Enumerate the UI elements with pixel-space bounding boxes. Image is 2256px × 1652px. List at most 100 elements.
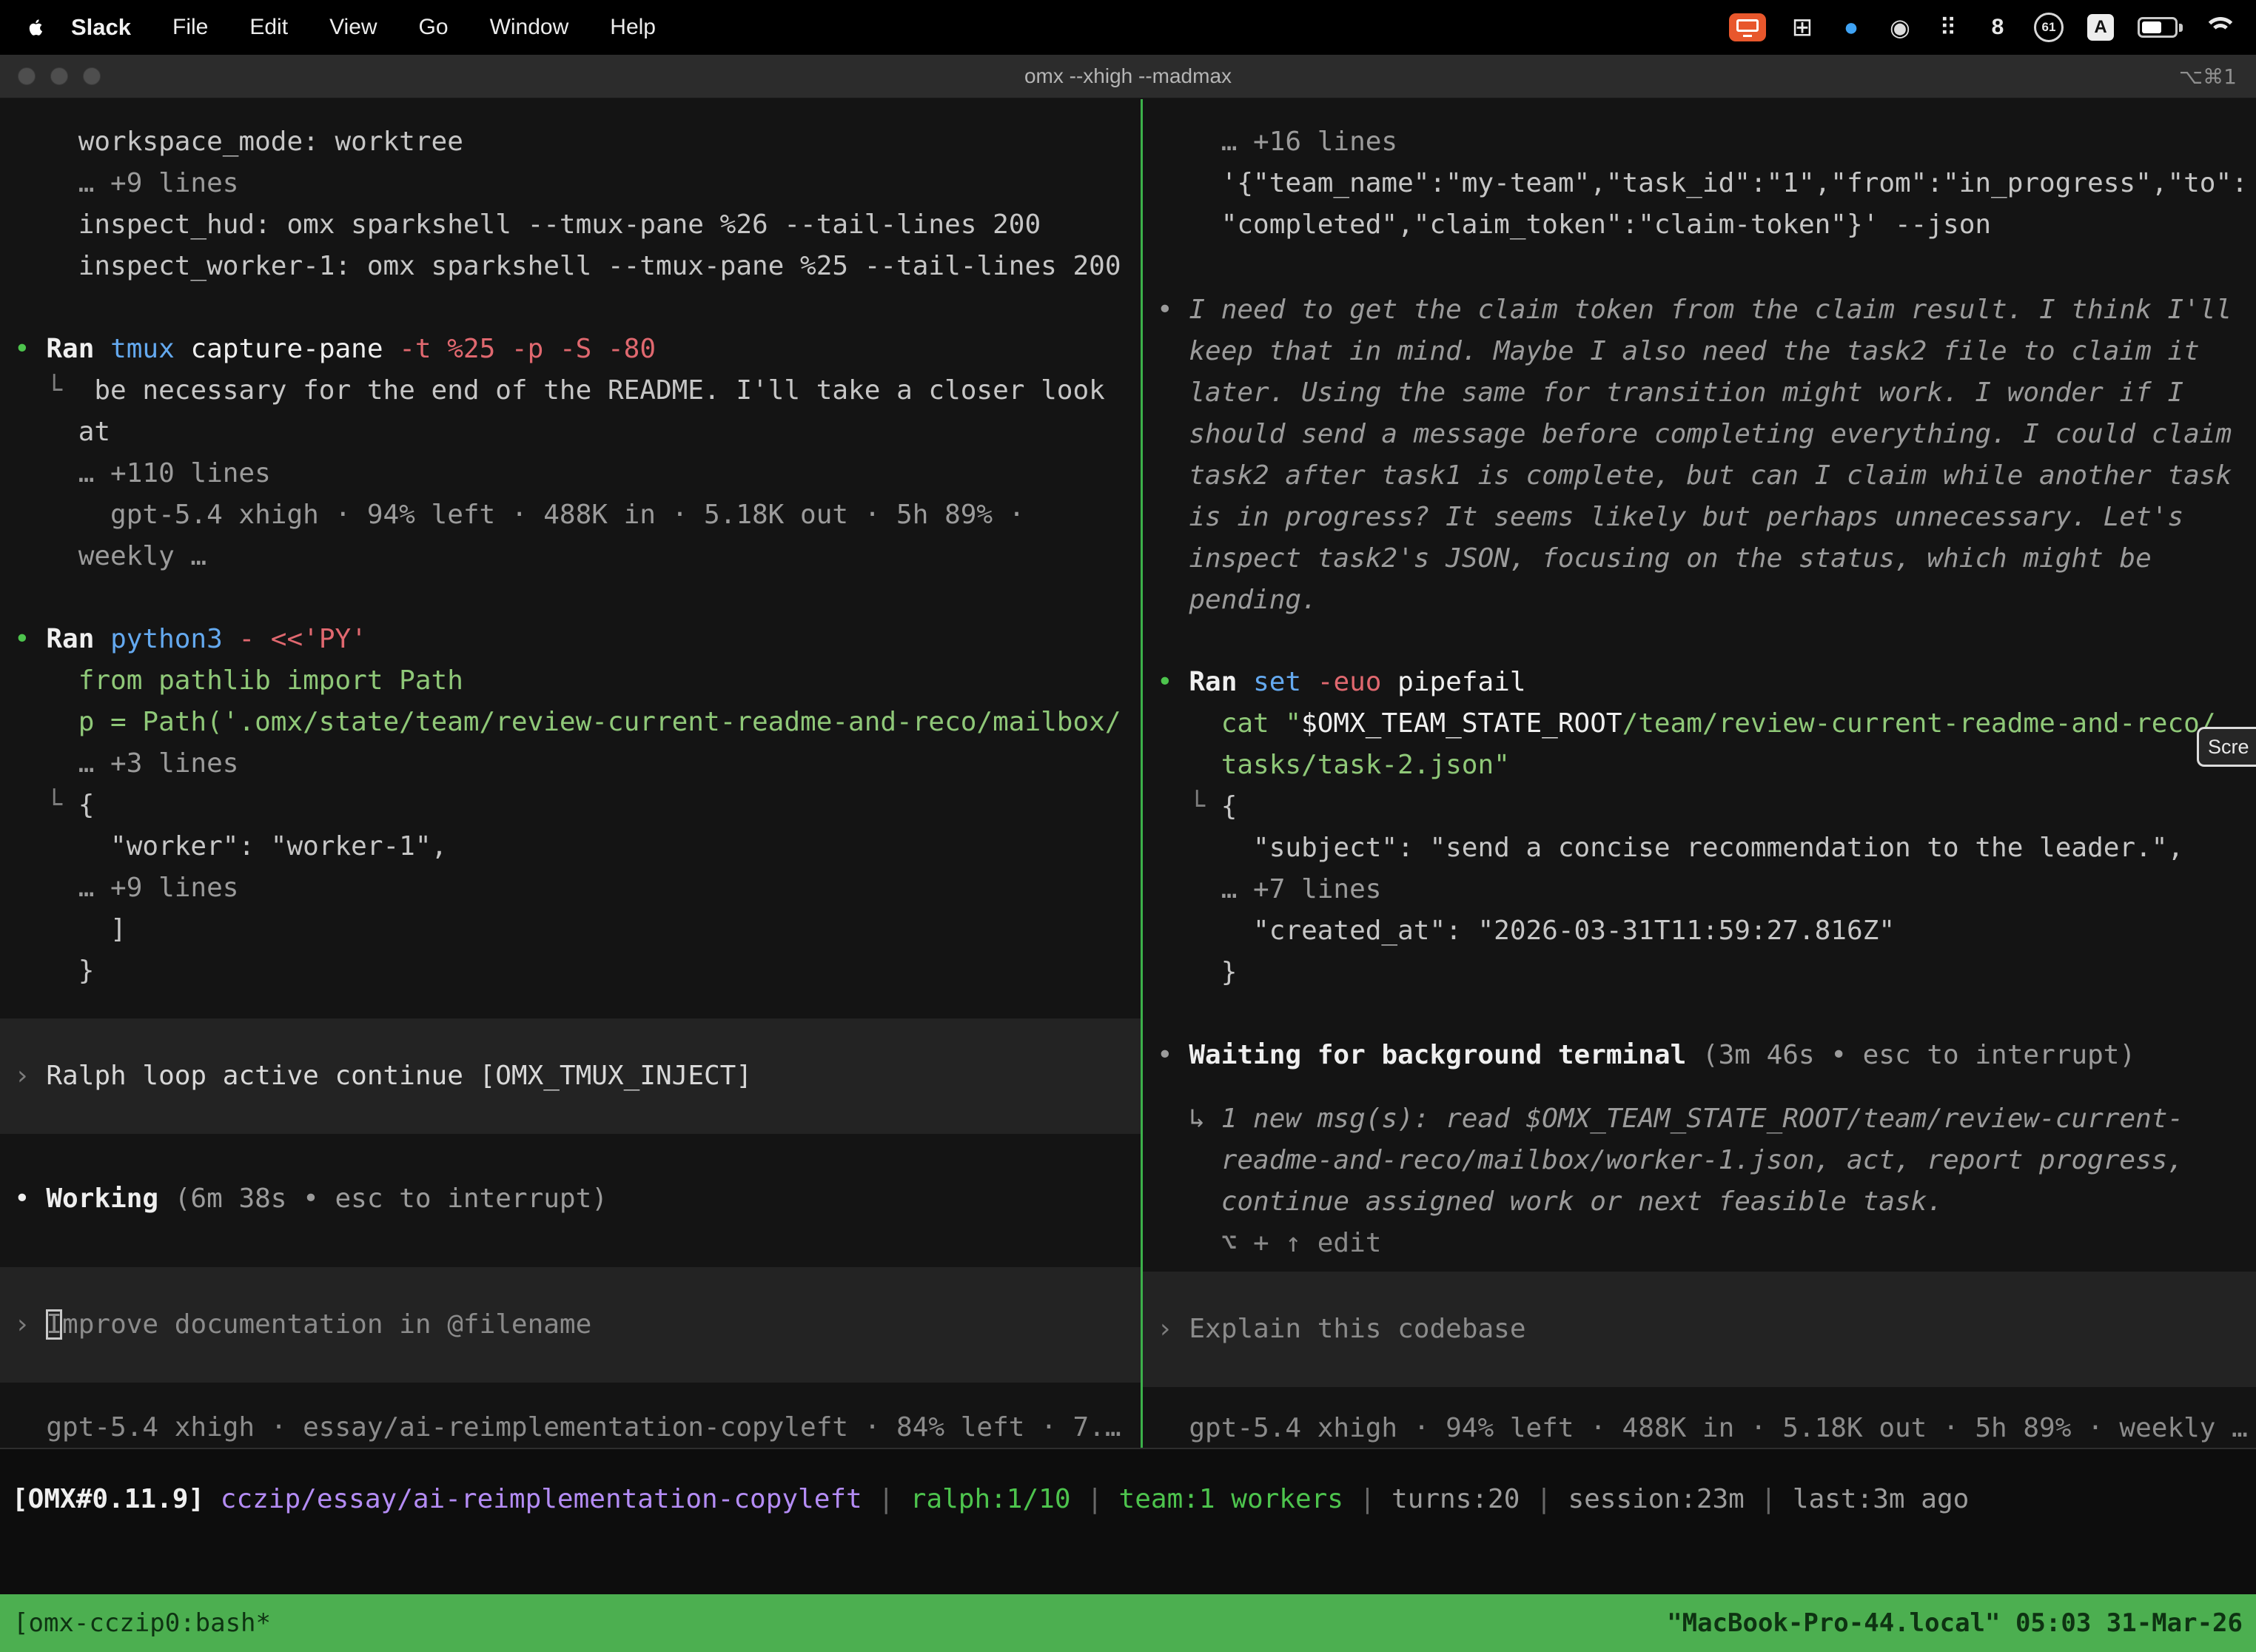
menu-item-go[interactable]: Go bbox=[419, 15, 449, 40]
ran-python-block: • Ran python3 - <<'PY' from pathlib impo… bbox=[0, 619, 1141, 992]
ran-tmux-capture-block: • Ran tmux capture-pane -t %25 -p -S -80… bbox=[0, 329, 1141, 577]
tmux-host-clock-label: "MacBook-Pro-44.local" 05:03 31-Mar-26 bbox=[1667, 1608, 2243, 1638]
terminal-line: pending. bbox=[1143, 580, 2256, 621]
terminal-line: • I need to get the claim token from the… bbox=[1143, 289, 2256, 331]
pane-status-line: gpt-5.4 xhigh · 94% left · 488K in · 5.1… bbox=[1143, 1408, 2256, 1448]
thinking-block: • I need to get the claim token from the… bbox=[1143, 289, 2256, 621]
terminal-window: omx --xhigh --madmax ⌥⌘1 workspace_mode:… bbox=[0, 55, 2256, 1652]
menu-item-window[interactable]: Window bbox=[490, 15, 569, 40]
screen-recording-indicator-icon[interactable] bbox=[1729, 13, 1766, 41]
config-block: workspace_mode: worktree … +9 lines insp… bbox=[0, 121, 1141, 287]
close-button[interactable] bbox=[18, 67, 36, 85]
left-pane[interactable]: workspace_mode: worktree … +9 lines insp… bbox=[0, 99, 1141, 1448]
terminal-line: } bbox=[0, 950, 1141, 992]
app-grid-icon[interactable]: ⊞ bbox=[1790, 11, 1815, 44]
battery-percent-badge-icon[interactable]: 61 bbox=[2034, 13, 2064, 42]
screen-edge-overlay[interactable]: Scre bbox=[2197, 727, 2256, 767]
terminal-line: … +9 lines bbox=[0, 163, 1141, 204]
omx-status-line: [OMX#0.11.9] cczip/essay/ai-reimplementa… bbox=[0, 1449, 2256, 1520]
terminal-line: › Explain this codebase bbox=[1143, 1309, 2256, 1350]
wifi-icon[interactable] bbox=[2201, 15, 2234, 40]
terminal-line: keep that in mind. Maybe I also need the… bbox=[1143, 331, 2256, 372]
menu-item-view[interactable]: View bbox=[329, 15, 377, 40]
menu-item-edit[interactable]: Edit bbox=[249, 15, 288, 40]
terminal-line: inspect_hud: omx sparkshell --tmux-pane … bbox=[0, 204, 1141, 246]
terminal-line: … +110 lines bbox=[0, 453, 1141, 494]
window-title: omx --xhigh --madmax bbox=[0, 64, 2256, 88]
terminal-line: • Ran set -euo pipefail bbox=[1143, 662, 2256, 703]
terminal-line: … +7 lines bbox=[1143, 869, 2256, 910]
menu-bar: Slack File Edit View Go Window Help ⊞ ● ◉ ⠿ 8 61 A bbox=[0, 0, 2256, 55]
menubar-menus: File Edit View Go Window Help bbox=[172, 15, 656, 40]
terminal-line: gpt-5.4 xhigh · essay/ai-reimplementatio… bbox=[0, 1407, 1141, 1448]
tmux-panes: workspace_mode: worktree … +9 lines insp… bbox=[0, 99, 2256, 1448]
terminal-line: • Working (6m 38s • esc to interrupt) bbox=[0, 1178, 1141, 1220]
terminal-line: • Ran python3 - <<'PY' bbox=[0, 619, 1141, 660]
terminal-line: '{"team_name":"my-team","task_id":"1","f… bbox=[1143, 163, 2256, 204]
prompt-band[interactable]: › Explain this codebase bbox=[1143, 1272, 2256, 1387]
terminal-line: • Waiting for background terminal (3m 46… bbox=[1143, 1035, 2256, 1076]
terminal-line: is in progress? It seems likely but perh… bbox=[1143, 497, 2256, 538]
ralph-loop-band[interactable]: › Ralph loop active continue [OMX_TMUX_I… bbox=[0, 1018, 1141, 1134]
zoom-button[interactable] bbox=[83, 67, 101, 85]
terminal-line: … +9 lines bbox=[0, 867, 1141, 909]
battery-icon[interactable] bbox=[2138, 17, 2178, 38]
terminal-line: "created_at": "2026-03-31T11:59:27.816Z" bbox=[1143, 910, 2256, 952]
tmux-status-bar: [omx-cczip0:bash* "MacBook-Pro-44.local"… bbox=[0, 1594, 2256, 1652]
minimize-button[interactable] bbox=[50, 67, 68, 85]
ran-cat-task-block: • Ran set -euo pipefail cat "$OMX_TEAM_S… bbox=[1143, 662, 2256, 993]
terminal-line: "subject": "send a concise recommendatio… bbox=[1143, 827, 2256, 869]
terminal-line: cat "$OMX_TEAM_STATE_ROOT/team/review-cu… bbox=[1143, 703, 2256, 745]
mailbox-message-block: ↳ 1 new msg(s): read $OMX_TEAM_STATE_ROO… bbox=[1143, 1098, 2256, 1264]
terminal-line: … +16 lines bbox=[1143, 121, 2256, 163]
menubar-status-icons: ⊞ ● ◉ ⠿ 8 61 A bbox=[1729, 11, 2234, 44]
terminal-line: ] bbox=[0, 909, 1141, 950]
terminal-line: gpt-5.4 xhigh · 94% left · 488K in · 5.1… bbox=[1143, 1408, 2256, 1448]
terminal-line: continue assigned work or next feasible … bbox=[1143, 1181, 2256, 1223]
tmux-session-label: [omx-cczip0:bash* bbox=[13, 1608, 271, 1638]
prompt-band[interactable]: › Improve documentation in @filename bbox=[0, 1267, 1141, 1383]
terminal-line: } bbox=[1143, 952, 2256, 993]
terminal-line: inspect_worker-1: omx sparkshell --tmux-… bbox=[0, 246, 1141, 287]
apple-menu-icon[interactable] bbox=[22, 14, 49, 41]
terminal-line: weekly … bbox=[0, 536, 1141, 577]
menu-item-help[interactable]: Help bbox=[610, 15, 656, 40]
screen: Slack FileEditViewGoWindowHelp ⊞●◉⠿861A … bbox=[0, 0, 2256, 1652]
dark-circle-app-icon[interactable]: ◉ bbox=[1887, 11, 1913, 44]
terminal-line: readme-and-reco/mailbox/worker-1.json, a… bbox=[1143, 1140, 2256, 1181]
terminal-line: later. Using the same for transition mig… bbox=[1143, 372, 2256, 414]
window-shortcut-hint: ⌥⌘1 bbox=[2179, 64, 2237, 89]
terminal-line: inspect task2's JSON, focusing on the st… bbox=[1143, 538, 2256, 580]
terminal-line: └ be necessary for the end of the README… bbox=[0, 370, 1141, 412]
terminal-line: gpt-5.4 xhigh · 94% left · 488K in · 5.1… bbox=[0, 494, 1141, 536]
terminal-line: └ { bbox=[1143, 786, 2256, 827]
terminal-line: "completed","claim_token":"claim-token"}… bbox=[1143, 204, 2256, 246]
window-titlebar: omx --xhigh --madmax ⌥⌘1 bbox=[0, 55, 2256, 99]
terminal-line: ↳ 1 new msg(s): read $OMX_TEAM_STATE_ROO… bbox=[1143, 1098, 2256, 1140]
terminal-line: • Ran tmux capture-pane -t %25 -p -S -80 bbox=[0, 329, 1141, 370]
dots-grid-icon[interactable]: ⠿ bbox=[1936, 11, 1961, 44]
screen-edge-overlay-label: Scre bbox=[2208, 736, 2249, 759]
omx-status-region: [OMX#0.11.9] cczip/essay/ai-reimplementa… bbox=[0, 1448, 2256, 1594]
terminal-line: at bbox=[0, 412, 1141, 453]
input-source-icon[interactable]: A bbox=[2087, 14, 2114, 41]
terminal-line: ⌥ + ↑ edit bbox=[1143, 1223, 2256, 1264]
right-pane[interactable]: … +16 lines '{"team_name":"my-team","tas… bbox=[1143, 99, 2256, 1448]
figure-eight-icon[interactable]: 8 bbox=[1985, 11, 2010, 44]
active-app-name[interactable]: Slack bbox=[71, 14, 131, 41]
pane-status-line: gpt-5.4 xhigh · essay/ai-reimplementatio… bbox=[0, 1407, 1141, 1448]
terminal-line: tasks/task-2.json" bbox=[1143, 745, 2256, 786]
terminal-line: from pathlib import Path bbox=[0, 660, 1141, 702]
terminal-line: task2 after task1 is complete, but can I… bbox=[1143, 455, 2256, 497]
menu-item-file[interactable]: File bbox=[172, 15, 208, 40]
command-tail-block: … +16 lines '{"team_name":"my-team","tas… bbox=[1143, 121, 2256, 246]
terminal-line: p = Path('.omx/state/team/review-current… bbox=[0, 702, 1141, 743]
waiting-status: • Waiting for background terminal (3m 46… bbox=[1143, 1035, 2256, 1076]
terminal-line: … +3 lines bbox=[0, 743, 1141, 785]
terminal-line: › Ralph loop active continue [OMX_TMUX_I… bbox=[0, 1055, 1141, 1097]
terminal-line: "worker": "worker-1", bbox=[0, 826, 1141, 867]
terminal-line: └ { bbox=[0, 785, 1141, 826]
terminal-line: › Improve documentation in @filename bbox=[0, 1304, 1141, 1346]
blue-app-icon[interactable]: ● bbox=[1839, 11, 1864, 44]
terminal-line: should send a message before completing … bbox=[1143, 414, 2256, 455]
